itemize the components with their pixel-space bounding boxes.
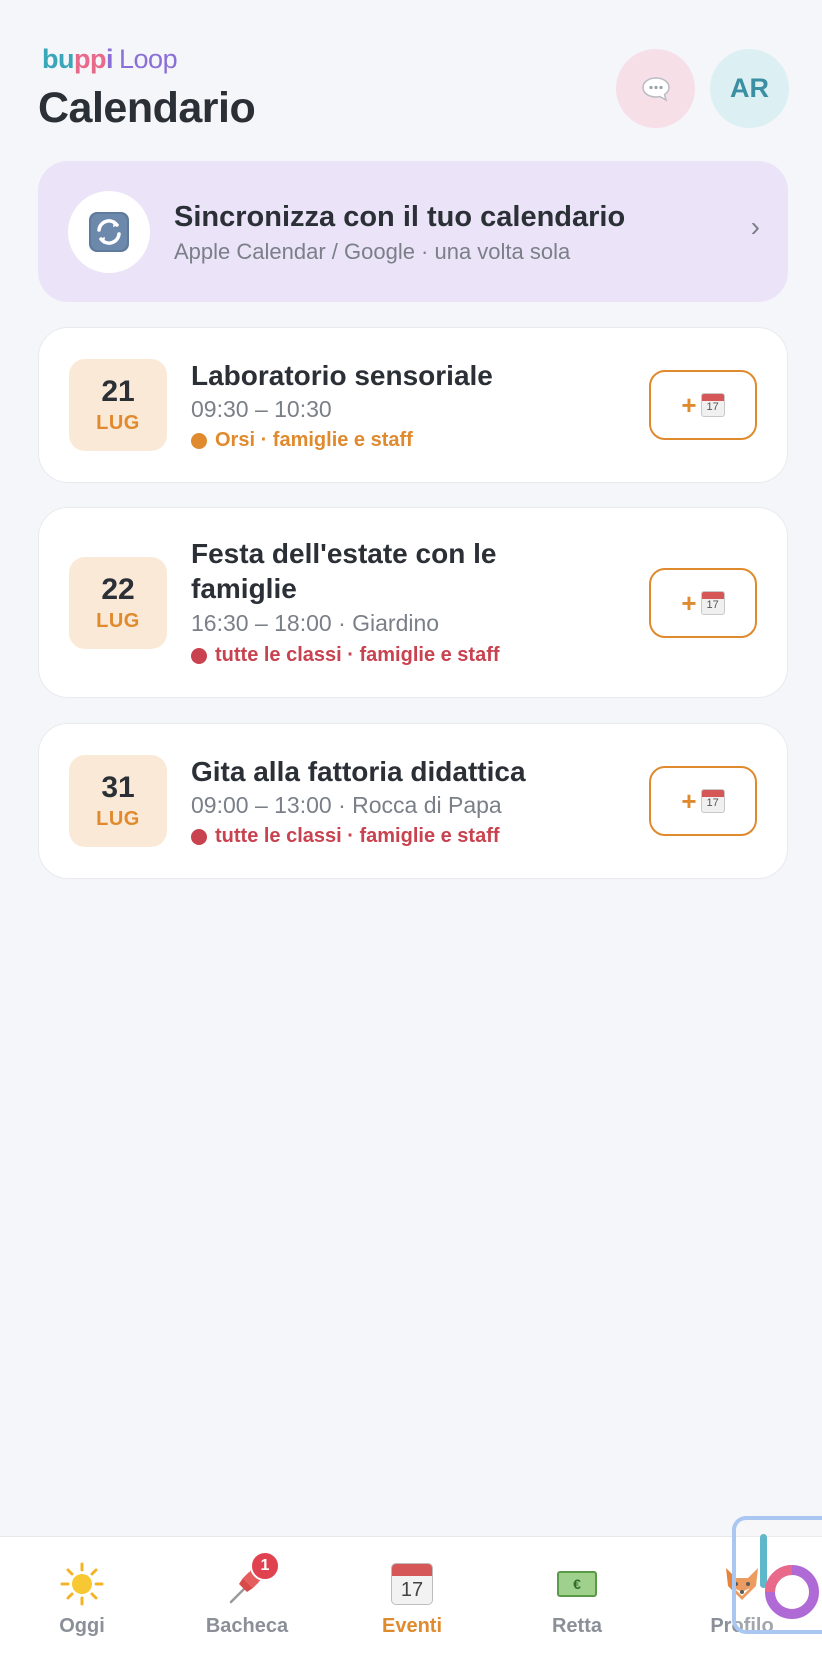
notification-badge: 1: [250, 1551, 280, 1581]
plus-icon: +: [681, 587, 697, 618]
calendar-icon: 17: [700, 789, 725, 813]
calendar-icon: 17: [700, 591, 725, 615]
event-audience-label: Orsi · famiglie e staff: [215, 429, 413, 451]
event-time: 09:00 – 13:00 · Rocca di Papa: [191, 792, 502, 818]
app-logo: buppi Loop: [42, 44, 178, 75]
event-audience: tutte le classi · famiglie e staff: [191, 825, 500, 848]
chevron-right-icon: ›: [750, 211, 760, 242]
audience-dot: [191, 432, 207, 449]
bottom-tab-bar: Oggi 1 Bacheca 17 Eventi € Retta Profilo: [0, 1536, 822, 1666]
avatar[interactable]: AR: [710, 49, 789, 128]
sync-subtitle: Apple Calendar / Google · una volta sola: [174, 239, 571, 264]
event-time: 16:30 – 18:00 · Giardino: [191, 610, 440, 636]
event-time: 09:30 – 10:30: [191, 396, 332, 422]
tab-label: Eventi: [381, 1615, 443, 1637]
event-date-badge: 31 LUG: [69, 755, 167, 847]
event-audience-label: tutte le classi · famiglie e staff: [215, 825, 500, 847]
add-to-calendar-button[interactable]: + 17: [649, 766, 757, 836]
add-to-calendar-button[interactable]: + 17: [649, 568, 757, 638]
sync-icon-container: [68, 191, 150, 273]
tab-oggi[interactable]: Oggi: [17, 1559, 147, 1638]
event-day: 22: [101, 573, 135, 606]
event-date-badge: 22 LUG: [69, 557, 167, 649]
event-month: LUG: [96, 412, 140, 434]
sync-icon: [89, 212, 129, 252]
add-to-calendar-button[interactable]: + 17: [649, 370, 757, 440]
banknote-icon: €: [557, 1571, 597, 1597]
event-audience: Orsi · famiglie e staff: [191, 429, 413, 452]
plus-icon: +: [681, 785, 697, 816]
sync-calendar-card[interactable]: Sincronizza con il tuo calendario Apple …: [38, 161, 788, 302]
event-audience-label: tutte le classi · famiglie e staff: [215, 644, 500, 666]
event-date-badge: 21 LUG: [69, 359, 167, 451]
event-month: LUG: [96, 808, 140, 830]
calendar-icon: 17: [391, 1563, 433, 1605]
event-title: Laboratorio sensoriale: [191, 360, 493, 391]
tab-retta[interactable]: € Retta: [512, 1559, 642, 1638]
event-title: Festa dell'estate con le famiglie: [191, 538, 497, 604]
event-day: 31: [101, 771, 135, 804]
messages-button[interactable]: [616, 49, 695, 128]
event-month: LUG: [96, 610, 140, 632]
logo-buppi: buppi: [42, 44, 114, 74]
tab-eventi[interactable]: 17 Eventi: [347, 1559, 477, 1638]
assistant-widget-button[interactable]: [732, 1516, 822, 1634]
plus-icon: +: [681, 389, 697, 420]
tab-label: Bacheca: [205, 1615, 289, 1637]
audience-dot: [191, 828, 207, 845]
audience-dot: [191, 647, 207, 664]
tab-label: Oggi: [59, 1615, 105, 1637]
calendar-icon: 17: [700, 393, 725, 417]
event-audience: tutte le classi · famiglie e staff: [191, 644, 500, 667]
tab-bacheca[interactable]: 1 Bacheca: [182, 1551, 312, 1638]
tab-label: Retta: [551, 1615, 602, 1637]
event-card[interactable]: 21 LUG Laboratorio sensoriale 09:30 – 10…: [38, 327, 788, 483]
speech-bubble-icon: [641, 76, 670, 102]
event-card[interactable]: 31 LUG Gita alla fattoria didattica 09:0…: [38, 723, 788, 879]
event-day: 21: [101, 375, 135, 408]
sync-title: Sincronizza con il tuo calendario: [174, 201, 626, 233]
header: buppi Loop Calendario AR: [0, 0, 822, 150]
assistant-logo-icon: [760, 1534, 819, 1619]
sun-icon: [60, 1562, 104, 1606]
event-card[interactable]: 22 LUG Festa dell'estate con le famiglie…: [38, 507, 788, 698]
event-title: Gita alla fattoria didattica: [191, 756, 526, 787]
logo-loop: Loop: [119, 44, 178, 74]
page-title: Calendario: [38, 84, 256, 132]
